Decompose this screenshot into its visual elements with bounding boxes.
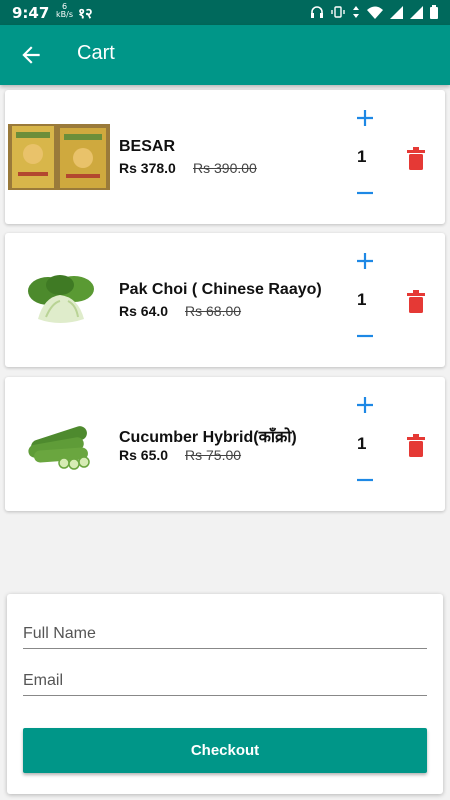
checkout-button[interactable]: Checkout bbox=[23, 728, 427, 773]
status-icons bbox=[310, 4, 438, 23]
status-bar: 9:47 6 kB/s १२ bbox=[0, 0, 450, 25]
decrease-quantity-button[interactable] bbox=[355, 183, 375, 203]
cart-item-card: BESAR Rs 378.0 Rs 390.00 1 bbox=[5, 90, 445, 224]
product-price: Rs 378.0 bbox=[119, 160, 176, 176]
product-name: BESAR bbox=[119, 138, 176, 155]
signal-2-icon bbox=[410, 4, 423, 23]
status-extra-text: १२ bbox=[78, 6, 93, 22]
increase-quantity-button[interactable] bbox=[355, 395, 375, 415]
network-speed: 6 kB/s bbox=[56, 3, 73, 19]
headphones-icon bbox=[310, 4, 324, 23]
quantity-value: 1 bbox=[357, 147, 367, 166]
page-title: Cart bbox=[77, 42, 115, 64]
product-image-cucumber bbox=[8, 411, 110, 477]
data-arrows-icon bbox=[352, 4, 360, 23]
email-input[interactable] bbox=[23, 667, 427, 696]
product-old-price: Rs 75.00 bbox=[185, 447, 242, 463]
vibrate-icon bbox=[331, 4, 345, 23]
product-name: Pak Choi ( Chinese Raayo) bbox=[119, 281, 322, 298]
cart-item-card: Cucumber Hybrid(काँक्रो) Rs 65.0 Rs 75.0… bbox=[5, 377, 445, 511]
cart-item-card: Pak Choi ( Chinese Raayo) Rs 64.0 Rs 68.… bbox=[5, 233, 445, 367]
status-time: 9:47 bbox=[12, 4, 50, 22]
signal-icon bbox=[390, 4, 403, 23]
product-price: Rs 65.0 bbox=[119, 447, 169, 463]
product-old-price: Rs 68.00 bbox=[185, 303, 242, 319]
decrease-quantity-button[interactable] bbox=[355, 326, 375, 346]
decrease-quantity-button[interactable] bbox=[355, 470, 375, 490]
quantity-value: 1 bbox=[357, 434, 367, 453]
battery-icon bbox=[430, 4, 438, 23]
product-price: Rs 64.0 bbox=[119, 303, 169, 319]
speed-unit: kB/s bbox=[56, 10, 73, 19]
delete-icon[interactable] bbox=[406, 290, 426, 314]
delete-icon[interactable] bbox=[406, 434, 426, 458]
product-image-besar bbox=[8, 124, 110, 190]
wifi-icon bbox=[367, 4, 383, 23]
product-image-pak-choi bbox=[8, 267, 110, 333]
increase-quantity-button[interactable] bbox=[355, 108, 375, 128]
back-arrow-icon[interactable] bbox=[18, 42, 44, 68]
full-name-input[interactable] bbox=[23, 620, 427, 649]
quantity-value: 1 bbox=[357, 290, 367, 309]
product-name: Cucumber Hybrid(काँक्रो) bbox=[119, 429, 297, 446]
app-bar: Cart bbox=[0, 25, 450, 85]
checkout-form: Checkout bbox=[7, 594, 443, 794]
delete-icon[interactable] bbox=[406, 147, 426, 171]
increase-quantity-button[interactable] bbox=[355, 251, 375, 271]
product-old-price: Rs 390.00 bbox=[193, 160, 257, 176]
